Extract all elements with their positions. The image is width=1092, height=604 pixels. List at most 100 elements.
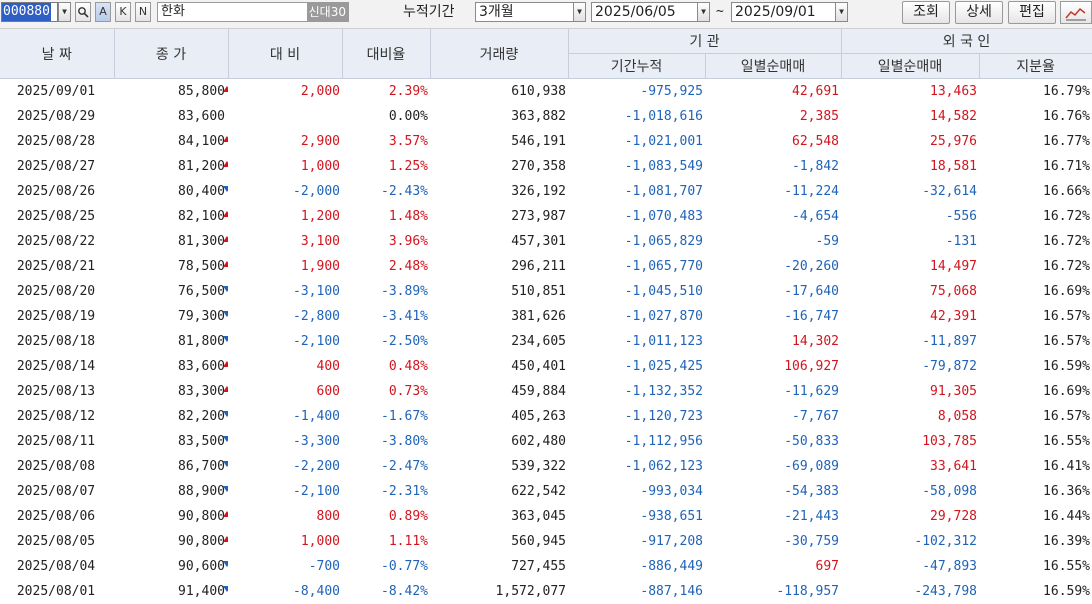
date-from-dropdown-button[interactable]: ▼: [697, 2, 710, 22]
cell-change-value: -2,000: [293, 184, 340, 199]
cell-foreign-ratio: 16.76%: [979, 104, 1092, 129]
header-foreign-ratio[interactable]: 지분율: [979, 54, 1092, 79]
table-row[interactable]: 2025/08/2281,3003,1003.96%457,301-1,065,…: [0, 229, 1092, 254]
header-date[interactable]: 날 짜: [0, 29, 114, 79]
table-row[interactable]: 2025/08/2884,1002,9003.57%546,191-1,021,…: [0, 129, 1092, 154]
code-dropdown-button[interactable]: ▼: [58, 2, 71, 22]
cell-inst-daily-value: -4,654: [792, 209, 839, 224]
period-select[interactable]: 3개월: [475, 2, 575, 22]
cell-rate-value: 0.00%: [389, 109, 428, 124]
table-row[interactable]: 2025/08/1979,300-2,800-3.41%381,626-1,02…: [0, 304, 1092, 329]
header-inst-cumulative[interactable]: 기간누적: [568, 54, 705, 79]
table-row[interactable]: 2025/08/2680,400-2,000-2.43%326,192-1,08…: [0, 179, 1092, 204]
cell-rate-value: -1.67%: [381, 409, 428, 424]
header-volume[interactable]: 거래량: [430, 29, 568, 79]
date-range-tilde: ~: [716, 3, 724, 21]
detail-button[interactable]: 상세: [955, 1, 1003, 24]
cell-close-value: 78,500: [178, 259, 225, 274]
cell-foreign-ratio-value: 16.76%: [1043, 109, 1090, 124]
cell-foreign-daily: -79,872: [841, 354, 979, 379]
cell-date: 2025/08/05: [0, 529, 114, 554]
cell-foreign-ratio-value: 16.59%: [1043, 584, 1090, 599]
table-row[interactable]: 2025/08/2076,500-3,100-3.89%510,851-1,04…: [0, 279, 1092, 304]
stock-code-input[interactable]: 000880: [1, 2, 58, 22]
cell-change-value: -700: [309, 559, 340, 574]
stock-code-value: 000880: [2, 3, 51, 21]
triangle-down-icon: [223, 286, 228, 292]
header-close[interactable]: 종 가: [114, 29, 228, 79]
table-row[interactable]: 2025/08/1282,200-1,400-1.67%405,263-1,12…: [0, 404, 1092, 429]
k-filter-button[interactable]: K: [115, 2, 131, 22]
table-row[interactable]: 2025/08/2983,6000.00%363,882-1,018,6162,…: [0, 104, 1092, 129]
cell-change-value: -1,400: [293, 409, 340, 424]
table-row[interactable]: 2025/08/0788,900-2,100-2.31%622,542-993,…: [0, 479, 1092, 504]
cell-foreign-ratio: 16.72%: [979, 229, 1092, 254]
cell-close: 90,800: [114, 529, 228, 554]
cell-rate: -2.47%: [342, 454, 430, 479]
edit-button[interactable]: 편집: [1008, 1, 1056, 24]
triangle-down-icon: [223, 411, 228, 417]
table-row[interactable]: 2025/08/2178,5001,9002.48%296,211-1,065,…: [0, 254, 1092, 279]
cell-date-value: 2025/08/28: [17, 134, 95, 149]
table-row[interactable]: 2025/08/2781,2001,0001.25%270,358-1,083,…: [0, 154, 1092, 179]
cell-foreign-daily-value: 33,641: [930, 459, 977, 474]
date-to-dropdown-button[interactable]: ▼: [835, 2, 848, 22]
period-dropdown-button[interactable]: ▼: [573, 2, 586, 22]
cell-inst-cumulative-value: -1,011,123: [625, 334, 703, 349]
cell-foreign-daily: 18,581: [841, 154, 979, 179]
date-from-input[interactable]: 2025/06/05: [591, 2, 699, 22]
table-row[interactable]: 2025/08/1383,3006000.73%459,884-1,132,35…: [0, 379, 1092, 404]
cell-change: -2,800: [228, 304, 342, 329]
cell-close-value: 91,400: [178, 584, 225, 599]
table-row[interactable]: 2025/09/0185,8002,0002.39%610,938-975,92…: [0, 79, 1092, 105]
cell-foreign-ratio: 16.57%: [979, 329, 1092, 354]
cell-foreign-daily: 75,068: [841, 279, 979, 304]
cell-inst-daily-value: 106,927: [784, 359, 839, 374]
cell-volume-value: 546,191: [511, 134, 566, 149]
cell-foreign-ratio-value: 16.66%: [1043, 184, 1090, 199]
chart-button[interactable]: [1060, 1, 1092, 24]
cell-volume: 546,191: [430, 129, 568, 154]
table-row[interactable]: 2025/08/1183,500-3,300-3.80%602,480-1,11…: [0, 429, 1092, 454]
header-change[interactable]: 대 비: [228, 29, 342, 79]
table-row[interactable]: 2025/08/0886,700-2,200-2.47%539,322-1,06…: [0, 454, 1092, 479]
cell-inst-cumulative-value: -1,132,352: [625, 384, 703, 399]
cell-inst-cumulative-value: -1,045,510: [625, 284, 703, 299]
search-button[interactable]: [75, 2, 91, 22]
date-to-input[interactable]: 2025/09/01: [731, 2, 837, 22]
triangle-down-icon: [223, 561, 228, 567]
table-row[interactable]: 2025/08/2582,1001,2001.48%273,987-1,070,…: [0, 204, 1092, 229]
cell-change-value: 2,900: [301, 134, 340, 149]
stock-name-field[interactable]: 한화 신대30: [157, 2, 349, 22]
cell-close: 81,200: [114, 154, 228, 179]
table-row[interactable]: 2025/08/0590,8001,0001.11%560,945-917,20…: [0, 529, 1092, 554]
cell-close: 80,400: [114, 179, 228, 204]
table-row[interactable]: 2025/08/1483,6004000.48%450,401-1,025,42…: [0, 354, 1092, 379]
cell-inst-cumulative-value: -886,449: [640, 559, 703, 574]
cell-date: 2025/08/13: [0, 379, 114, 404]
cell-rate-value: 1.25%: [389, 159, 428, 174]
cell-inst-daily-value: 14,302: [792, 334, 839, 349]
cell-foreign-daily-value: -79,872: [922, 359, 977, 374]
table-row[interactable]: 2025/08/0191,400-8,400-8.42%1,572,077-88…: [0, 579, 1092, 604]
query-button[interactable]: 조회: [902, 1, 950, 24]
cell-inst-daily-value: -59: [816, 234, 839, 249]
cell-change: -2,000: [228, 179, 342, 204]
table-row[interactable]: 2025/08/1881,800-2,100-2.50%234,605-1,01…: [0, 329, 1092, 354]
header-rate[interactable]: 대비율: [342, 29, 430, 79]
cell-volume: 273,987: [430, 204, 568, 229]
header-inst-daily[interactable]: 일별순매매: [705, 54, 841, 79]
header-foreign-daily[interactable]: 일별순매매: [841, 54, 979, 79]
cell-volume: 457,301: [430, 229, 568, 254]
cell-date: 2025/09/01: [0, 79, 114, 105]
n-filter-button[interactable]: N: [135, 2, 151, 22]
table-row[interactable]: 2025/08/0690,8008000.89%363,045-938,651-…: [0, 504, 1092, 529]
cell-inst-cumulative-value: -1,025,425: [625, 359, 703, 374]
table-row[interactable]: 2025/08/0490,600-700-0.77%727,455-886,44…: [0, 554, 1092, 579]
a-filter-button[interactable]: A: [95, 2, 111, 22]
cell-change: 2,900: [228, 129, 342, 154]
cell-inst-daily: 42,691: [705, 79, 841, 105]
cell-date-value: 2025/08/22: [17, 234, 95, 249]
cell-date-value: 2025/08/21: [17, 259, 95, 274]
cell-close-value: 90,800: [178, 509, 225, 524]
